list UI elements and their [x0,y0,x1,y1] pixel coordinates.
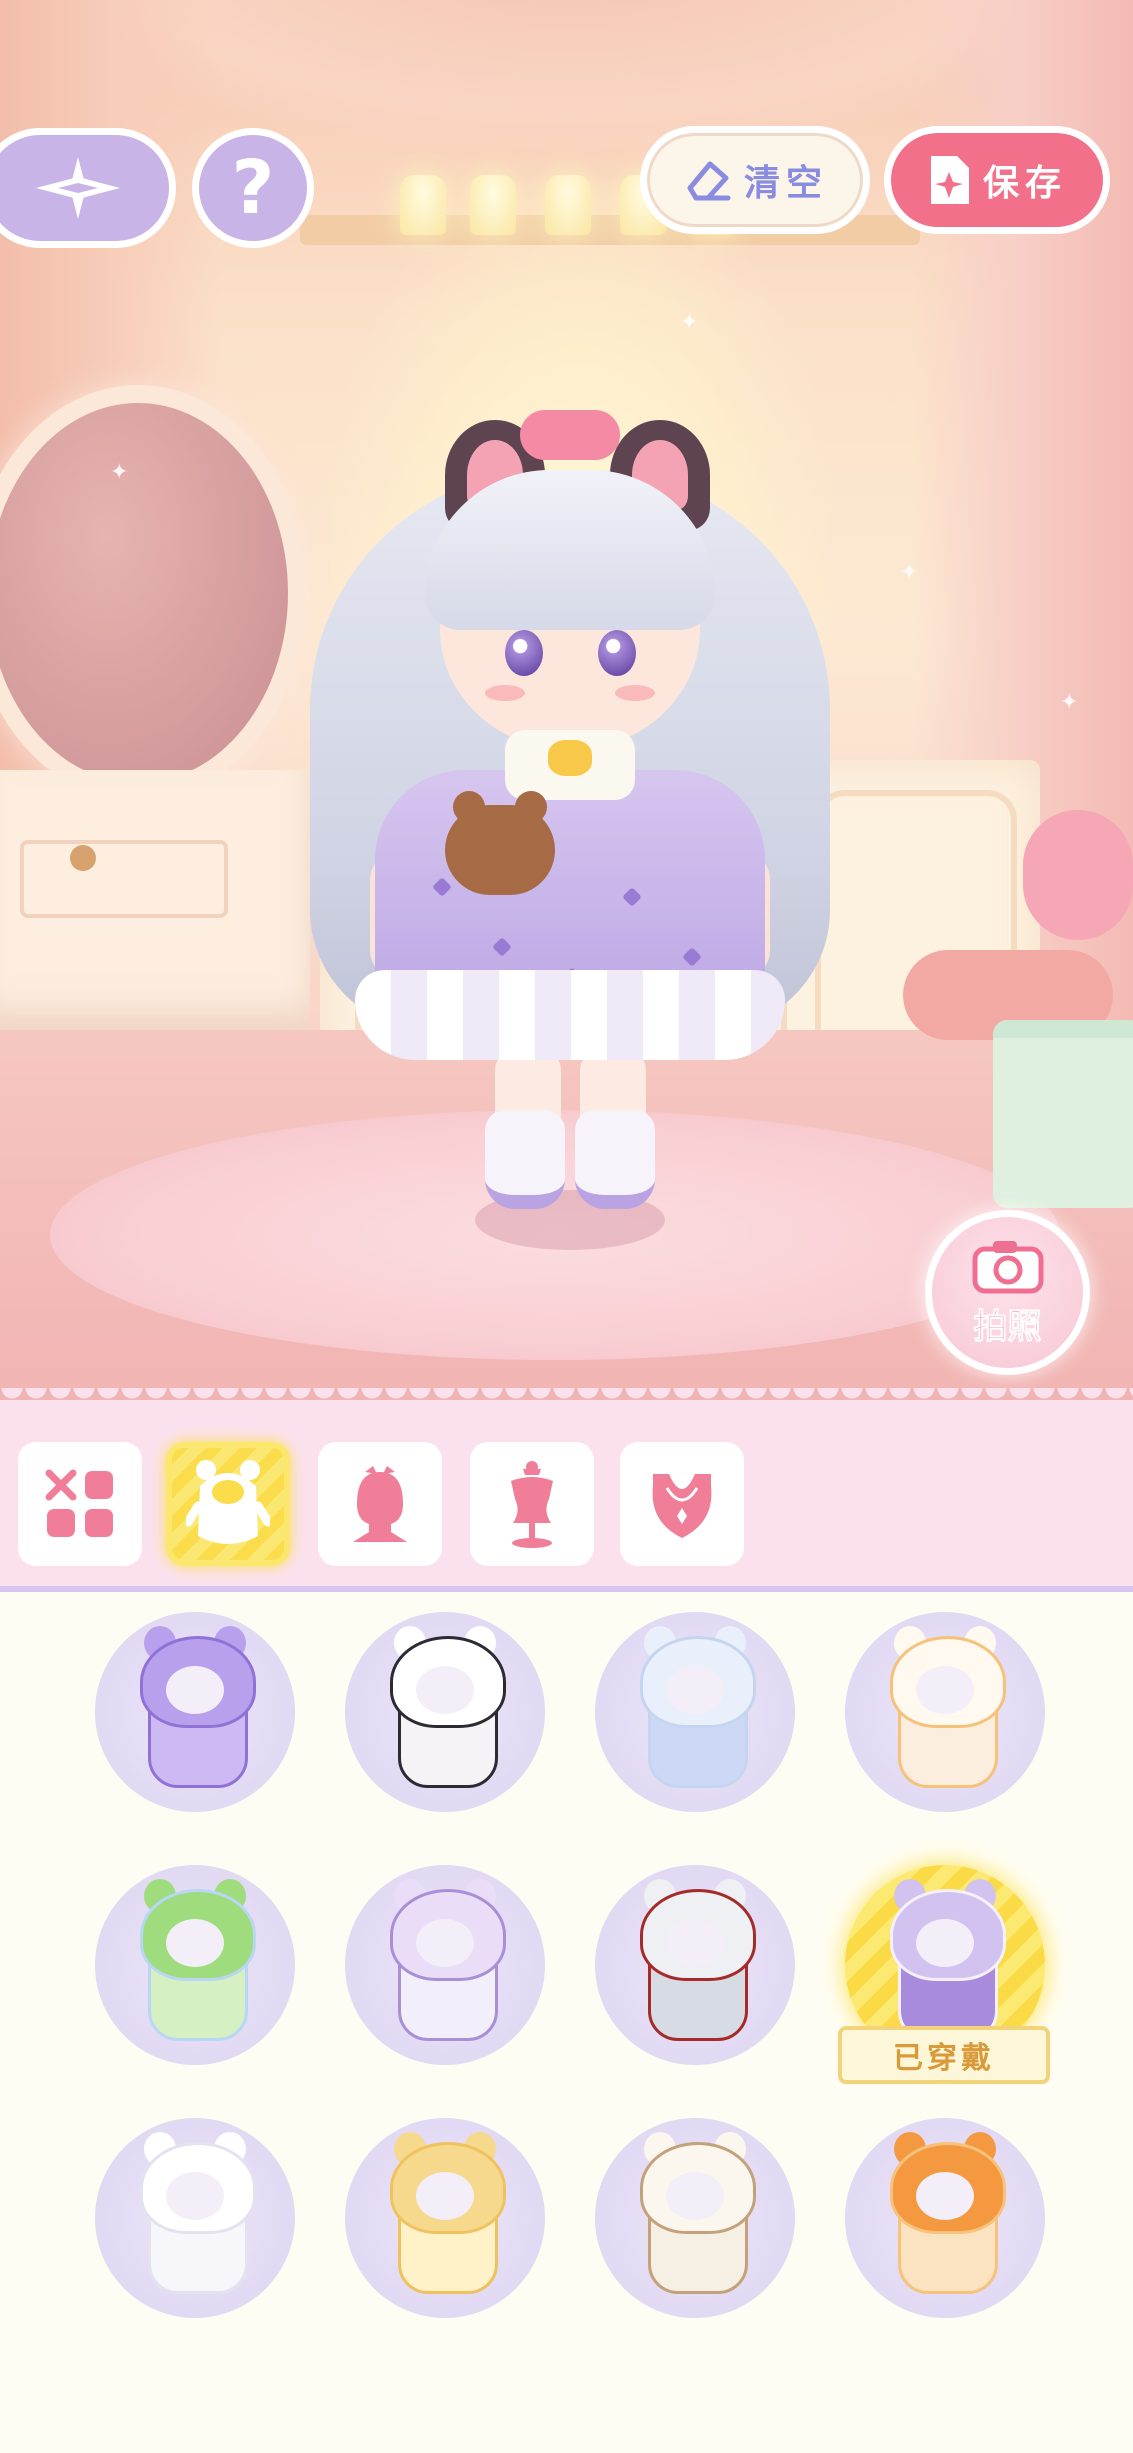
costume-face-opening [916,1919,974,1967]
heart-pattern-icon [492,937,512,957]
pink-plush [1023,810,1133,940]
eye-right [598,630,636,676]
costume-item-hamster-onesie[interactable] [345,1865,545,2065]
yellow-bear-onesie-icon [370,2132,520,2298]
costume-item-white-bunny-onesie[interactable] [95,2118,295,2318]
yellow-ribbon [548,740,592,776]
panda-magician-icon [370,1626,520,1792]
sparkle-icon: ✦ [110,460,129,485]
costume-item-yellow-bear-onesie[interactable] [345,2118,545,2318]
costume-face-opening [666,1919,724,1967]
drawer-knob [70,845,96,871]
costume-item-white-cat-cloak[interactable] [595,1612,795,1812]
hamster-onesie-icon [370,1879,520,2045]
tab-hair[interactable] [318,1442,442,1566]
eye-left [505,630,543,676]
costume-item-panda-magician[interactable] [345,1612,545,1812]
blush-right [615,685,655,701]
costume-face-opening [416,1919,474,1967]
costume-face-opening [666,1666,724,1714]
heart-pattern-icon [682,947,702,967]
costume-item-frog-onesie[interactable] [95,1865,295,2065]
puppy-gentleman-icon [620,2132,770,2298]
save-button[interactable]: 保存 [884,126,1110,234]
mannequin-icon [511,1461,553,1548]
vanity-drawer [20,840,228,918]
tab-accessory[interactable] [620,1442,744,1566]
costume-face-opening [166,2172,224,2220]
photo-label: 拍照 [973,1307,1042,1348]
avatar-character[interactable] [280,410,860,1250]
tab-costume[interactable] [166,1442,290,1566]
fox-onesie-icon [870,2132,1020,2298]
hair-bust-icon [353,1466,407,1542]
costume-face-opening [416,1666,474,1714]
calico-cat-onesie-icon [870,1626,1020,1792]
dress-frill [355,970,785,1060]
document-icon [930,156,969,204]
boot-right [575,1110,655,1209]
costume-item-calico-cat-onesie[interactable] [845,1612,1045,1812]
costume-face-opening [916,2172,974,2220]
clear-button[interactable]: 清空 [640,126,870,234]
frog-onesie-icon [120,1879,270,2045]
gift-box [993,1020,1133,1208]
scallop-edge [0,1388,1133,1412]
costume-item-puppy-gentleman[interactable] [595,2118,795,2318]
save-label: 保存 [982,163,1067,204]
tab-dress[interactable] [470,1442,594,1566]
sparkle-icon: ✦ [1060,690,1079,715]
help-label: ? [231,145,275,231]
equipped-label: 已穿戴 [893,2041,995,2076]
vanity-mirror [0,385,306,801]
grid-icon [45,1469,113,1537]
compass-star-icon [36,157,120,219]
costume-face-opening [916,1666,974,1714]
lamp [400,175,446,235]
necklace-bust-icon [652,1474,712,1538]
costume-item-purple-ghost-hood[interactable] [95,1612,295,1812]
costume-face-opening [666,2172,724,2220]
tab-all[interactable] [18,1442,142,1566]
purple-ghost-hood-icon [120,1626,270,1792]
sparkle-icon: ✦ [900,560,919,585]
costume-item-fox-onesie[interactable] [845,2118,1045,2318]
back-button[interactable] [0,128,176,248]
bear-purse [445,791,555,895]
onesie-icon [186,1460,270,1544]
clear-label: 清空 [743,163,828,204]
white-cat-cloak-icon [620,1626,770,1792]
costume-face-opening [166,1666,224,1714]
eraser-icon [687,161,731,201]
boot-left [485,1110,565,1209]
camera-icon [972,1241,1043,1294]
lamp [545,175,591,235]
costume-face-opening [416,2172,474,2220]
costume-item-red-hood-wolf[interactable] [595,1865,795,2065]
costume-face-opening [166,1919,224,1967]
white-bunny-onesie-icon [120,2132,270,2298]
equipped-badge: 已穿戴 [820,2026,1068,2084]
pink-hair-bow [520,410,620,460]
sparkle-icon: ✦ [680,310,699,335]
help-button[interactable]: ? [192,128,314,248]
blush-left [485,685,525,701]
lolita-dress-icon [870,1879,1020,2045]
lamp [470,175,516,235]
heart-pattern-icon [622,887,642,907]
heart-pattern-icon [432,877,452,897]
red-hood-wolf-icon [620,1879,770,2045]
photo-button[interactable]: 拍照 [925,1210,1090,1375]
